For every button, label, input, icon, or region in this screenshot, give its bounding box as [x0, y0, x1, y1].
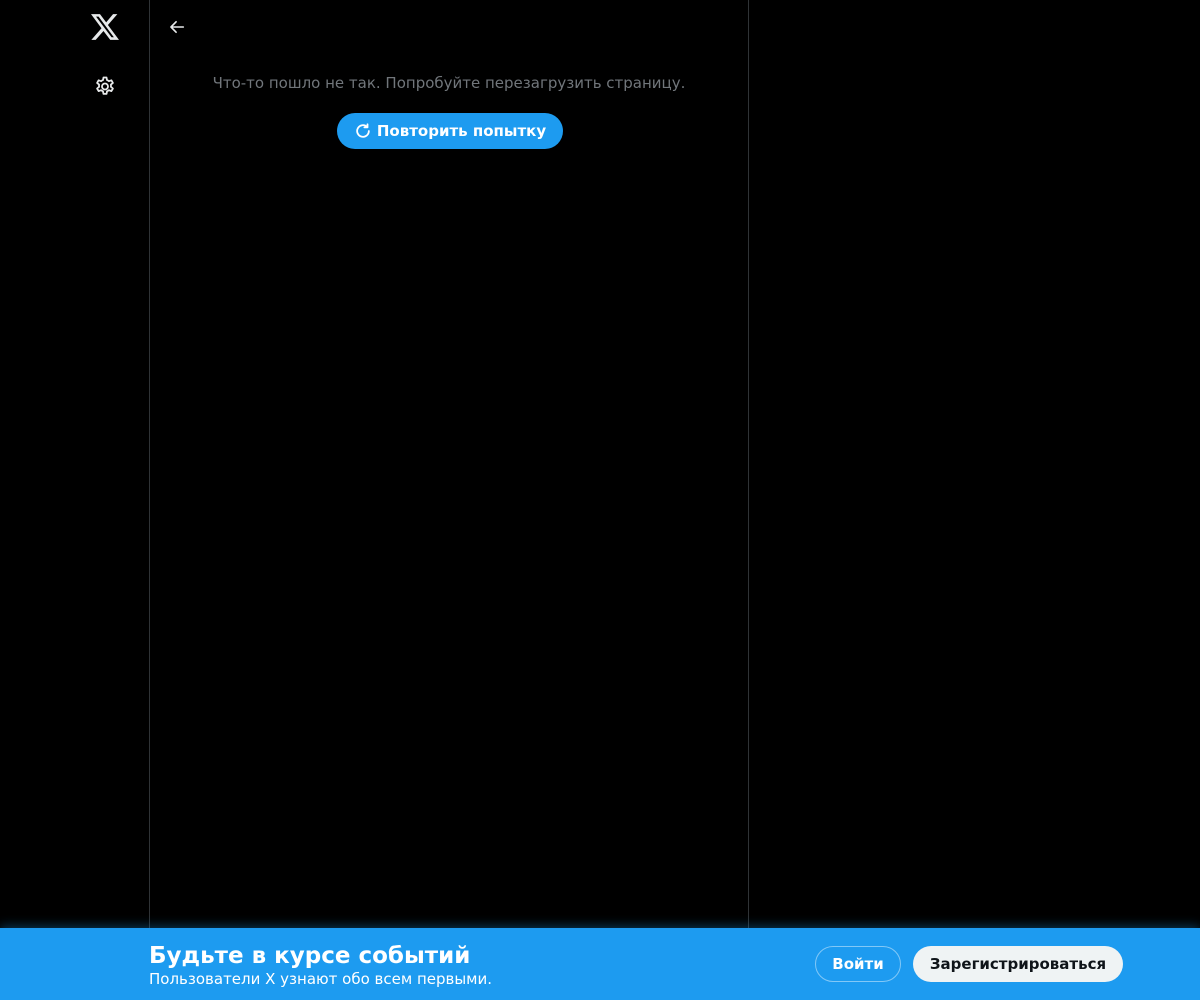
- app-root: Что-то пошло не так. Попробуйте перезагр…: [0, 0, 1200, 1000]
- banner-title: Будьте в курсе событий: [149, 943, 471, 969]
- settings-button[interactable]: [89, 71, 121, 103]
- x-logo-icon[interactable]: [89, 11, 121, 43]
- left-nav: [0, 0, 149, 1000]
- arrow-left-icon: [168, 18, 186, 36]
- retry-label: Повторить попытку: [376, 122, 547, 140]
- signup-button[interactable]: Зарегистрироваться: [913, 946, 1123, 982]
- back-button[interactable]: [162, 12, 192, 42]
- login-button[interactable]: Войти: [815, 946, 901, 982]
- signup-banner: Будьте в курсе событий Пользователи X уз…: [0, 928, 1200, 1000]
- banner-subtitle: Пользователи X узнают обо всем первыми.: [149, 970, 493, 988]
- gear-icon: [93, 75, 117, 99]
- retry-button[interactable]: Повторить попытку: [337, 113, 563, 149]
- refresh-icon: [354, 122, 372, 140]
- main-column: Что-то пошло не так. Попробуйте перезагр…: [149, 0, 749, 1000]
- error-message: Что-то пошло не так. Попробуйте перезагр…: [212, 74, 686, 92]
